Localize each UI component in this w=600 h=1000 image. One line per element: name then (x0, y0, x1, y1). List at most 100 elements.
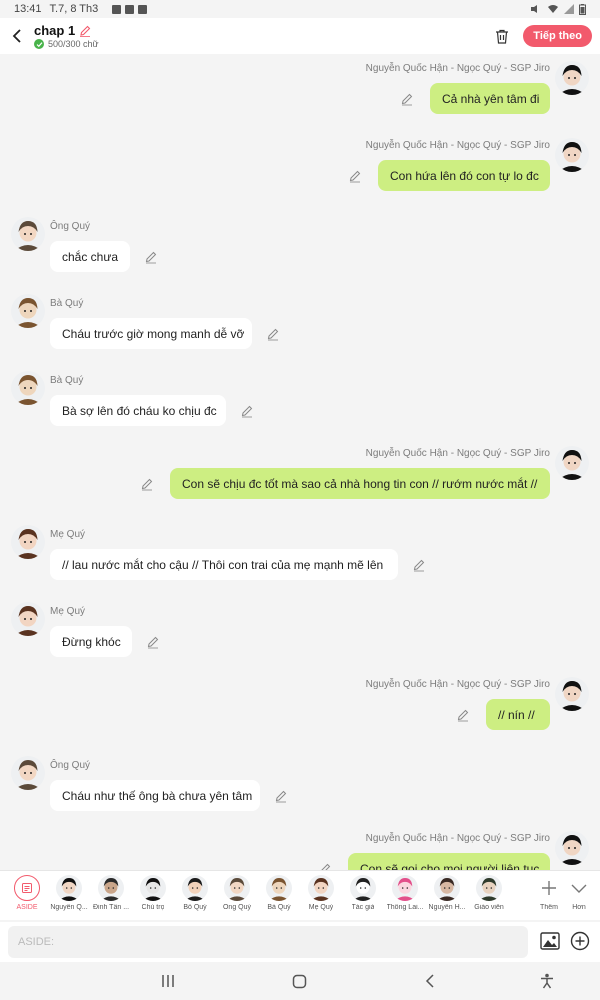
character-chip[interactable]: Tác giả (342, 875, 384, 919)
expand-tray-label: Hơn (572, 904, 586, 911)
message-bubble[interactable]: Con hứa lên đó con tự lo đc (378, 160, 550, 191)
character-chip[interactable]: Nguyễn Q... (48, 875, 90, 919)
message-row: Ông Quý Cháu như thế ông bà chưa yên tâm (0, 752, 600, 824)
character-chip[interactable]: Đinh Tấn ... (90, 875, 132, 919)
home-button[interactable] (292, 974, 307, 994)
word-count: 500/300 chữ (48, 39, 99, 49)
message-row: Nguyễn Quốc Hận - Ngọc Quý - SGP Jiro Con… (0, 829, 600, 870)
character-name: Nguyễn Q... (50, 904, 88, 911)
character-chip[interactable]: Nguyễn H... (426, 875, 468, 919)
delete-button[interactable] (487, 21, 517, 51)
system-back-button[interactable] (425, 974, 435, 993)
message-bubble[interactable]: Con sẽ gọi cho mọi người liên tục (348, 853, 550, 870)
avatar[interactable] (11, 217, 45, 251)
edit-message-icon[interactable] (318, 862, 332, 870)
message-bubble[interactable]: Đừng khóc (50, 626, 132, 657)
character-chip[interactable]: Thông Lai... (384, 875, 426, 919)
trash-icon (496, 29, 509, 44)
character-name: Tác giả (351, 904, 375, 911)
character-chip[interactable]: Bố Quý (174, 875, 216, 919)
avatar[interactable] (11, 756, 45, 790)
edit-message-icon[interactable] (240, 404, 254, 418)
system-nav-bar (0, 962, 600, 1000)
battery-icon (579, 3, 586, 15)
message-bubble[interactable]: Cháu trước giờ mong manh dễ vỡ (50, 318, 252, 349)
next-button[interactable]: Tiếp theo (523, 25, 592, 47)
avatar[interactable] (555, 831, 589, 865)
character-name: Nguyễn H... (428, 904, 466, 911)
check-icon (34, 39, 44, 49)
sender-name: Nguyễn Quốc Hận - Ngọc Quý - SGP Jiro (365, 679, 550, 690)
signal-icon (564, 4, 574, 14)
edit-message-icon[interactable] (400, 92, 414, 106)
pencil-icon[interactable] (79, 25, 91, 37)
avatar[interactable] (555, 138, 589, 172)
avatar[interactable] (555, 446, 589, 480)
add-character-label: Thêm (540, 904, 558, 911)
edit-message-icon[interactable] (266, 327, 280, 341)
chevron-left-icon (425, 974, 434, 988)
character-name: Giáo viên (474, 904, 504, 911)
avatar[interactable] (555, 677, 589, 711)
expand-tray-button[interactable]: Hơn (558, 875, 600, 919)
avatar[interactable] (11, 294, 45, 328)
character-chip[interactable]: Chủ trọ (132, 875, 174, 919)
chapter-title-block: chap 1 500/300 chữ (34, 23, 99, 49)
message-input[interactable] (8, 926, 528, 958)
image-icon (540, 932, 560, 950)
accessibility-button[interactable] (539, 973, 555, 994)
avatar[interactable] (555, 61, 589, 95)
character-chip[interactable]: Mẹ Quý (300, 875, 342, 919)
character-name: Ông Quý (222, 904, 251, 911)
avatar[interactable] (11, 602, 45, 636)
edit-message-icon[interactable] (348, 169, 362, 183)
add-button[interactable] (570, 931, 590, 956)
recents-icon (162, 975, 174, 987)
message-bubble[interactable]: Bà sợ lên đó cháu ko chịu đc (50, 395, 226, 426)
message-row: Nguyễn Quốc Hận - Ngọc Quý - SGP Jiro Con… (0, 136, 600, 208)
sender-name: Nguyễn Quốc Hận - Ngọc Quý - SGP Jiro (365, 140, 550, 151)
character-chip[interactable]: Bà Quý (258, 875, 300, 919)
avatar (392, 875, 418, 901)
character-name: ASIDE (16, 904, 38, 911)
avatar (182, 875, 208, 901)
sender-name: Nguyễn Quốc Hận - Ngọc Quý - SGP Jiro (365, 833, 550, 844)
chapter-title: chap 1 (34, 23, 76, 38)
notification-icons (112, 4, 148, 14)
composer-bar (0, 922, 600, 962)
recents-button[interactable] (160, 974, 176, 993)
system-status-icons (530, 3, 586, 15)
message-bubble[interactable]: chắc chưa (50, 241, 130, 272)
message-bubble[interactable]: Con sẽ chịu đc tốt mà sao cả nhà hong ti… (170, 468, 550, 499)
character-chip[interactable]: Ông Quý (216, 875, 258, 919)
chat-area[interactable]: Nguyễn Quốc Hận - Ngọc Quý - SGP Jiro Cả … (0, 54, 600, 870)
message-bubble[interactable]: Cả nhà yên tâm đi (430, 83, 550, 114)
edit-message-icon[interactable] (274, 789, 288, 803)
edit-message-icon[interactable] (456, 708, 470, 722)
message-bubble[interactable]: // nín // (486, 699, 550, 730)
message-row: Bà Quý Cháu trước giờ mong manh dễ vỡ (0, 290, 600, 362)
avatar[interactable] (11, 371, 45, 405)
avatar (434, 875, 460, 901)
message-row: Mẹ Quý // lau nước mắt cho cậu // Thôi co… (0, 521, 600, 593)
character-name: Mẹ Quý (308, 904, 334, 911)
character-name: Chủ trọ (141, 904, 165, 911)
status-time: 13:41 (14, 3, 42, 15)
status-date: T.7, 8 Th3 (49, 3, 99, 15)
edit-message-icon[interactable] (412, 558, 426, 572)
message-bubble[interactable]: // lau nước mắt cho cậu // Thôi con trai… (50, 549, 398, 580)
edit-message-icon[interactable] (146, 635, 160, 649)
back-button[interactable] (0, 18, 34, 54)
sender-name: Ông Quý (50, 760, 91, 771)
wifi-icon (548, 5, 558, 13)
character-chip[interactable]: Giáo viên (468, 875, 510, 919)
message-bubble[interactable]: Cháu như thế ông bà chưa yên tâm (50, 780, 260, 811)
avatar[interactable] (11, 525, 45, 559)
edit-message-icon[interactable] (144, 250, 158, 264)
avatar (350, 875, 376, 901)
image-button[interactable] (540, 932, 560, 955)
edit-message-icon[interactable] (140, 477, 154, 491)
top-app-bar: chap 1 500/300 chữ Tiếp theo (0, 18, 600, 54)
avatar (98, 875, 124, 901)
character-aside[interactable]: ASIDE (6, 875, 48, 919)
